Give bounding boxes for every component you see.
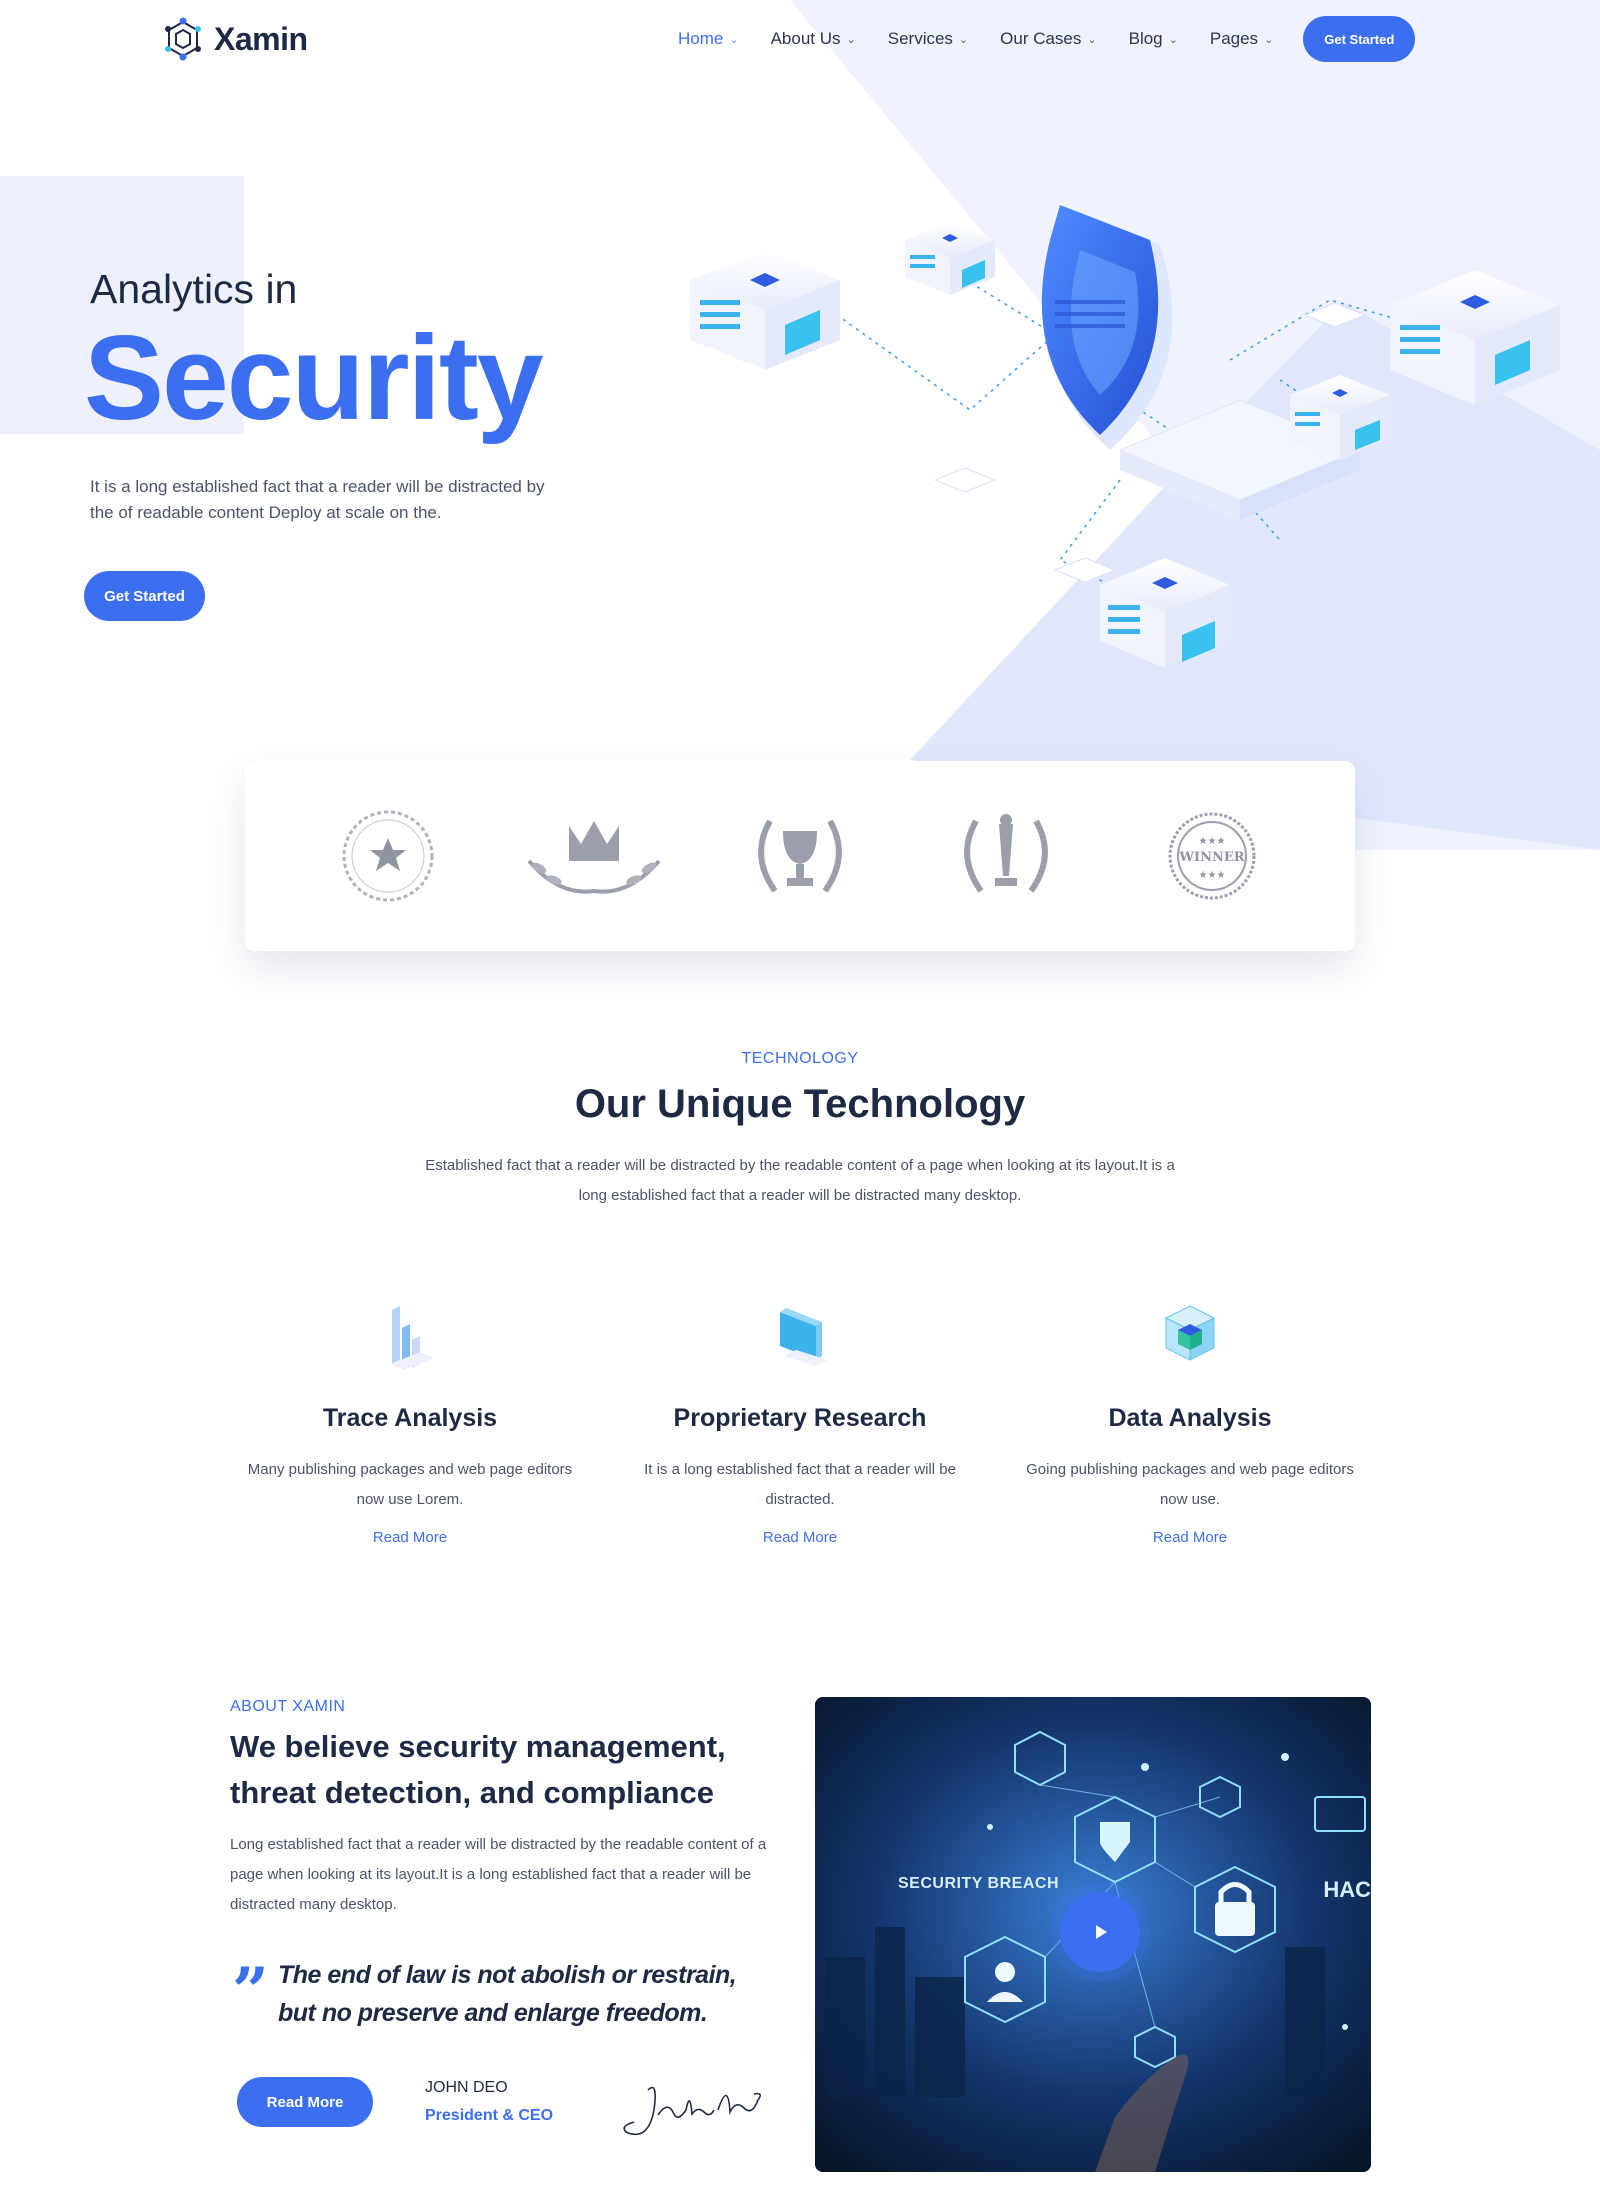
hexagon-network-icon <box>165 17 201 61</box>
nav-label: Services <box>887 29 953 48</box>
security-network-illustration <box>690 205 1560 668</box>
feature-data-analysis: Data Analysis Going publishing packages … <box>1025 1300 1355 1547</box>
about-eyebrow: ABOUT XAMIN <box>230 1698 346 1715</box>
data-cube-icon <box>1155 1300 1225 1370</box>
nav-item-pages[interactable]: Pages ⌄ <box>1210 29 1273 49</box>
star-badge-icon <box>313 801 463 911</box>
chevron-down-icon: ⌄ <box>1087 33 1097 46</box>
awards-card: WINNER ★★★ ★★★ <box>245 761 1355 951</box>
site-header: Xamin Home ⌄ About Us ⌄ Services ⌄ Our C… <box>0 0 1600 78</box>
nav-item-services[interactable]: Services ⌄ <box>888 29 968 49</box>
chevron-down-icon: ⌄ <box>1168 33 1178 46</box>
feature-title: Proprietary Research <box>673 1404 927 1432</box>
nav-item-about-us[interactable]: About Us ⌄ <box>771 29 856 49</box>
feature-proprietary-research: Proprietary Research It is a long establ… <box>635 1300 965 1547</box>
feature-description: It is a long established fact that a rea… <box>644 1461 956 1508</box>
feature-description: Going publishing packages and web page e… <box>1026 1461 1354 1508</box>
brand-logo[interactable]: Xamin <box>160 16 308 62</box>
nav-label: Home <box>678 29 724 48</box>
quote-icon: ” <box>232 1954 269 2029</box>
research-panel-icon <box>765 1300 835 1370</box>
technology-eyebrow: TECHNOLOGY <box>741 1050 859 1067</box>
feature-title: Data Analysis <box>1108 1404 1272 1432</box>
nav-label: Our Cases <box>1000 29 1082 48</box>
award-laurel-icon <box>931 801 1081 911</box>
hero-description: It is a long established fact that a rea… <box>90 477 545 522</box>
header-get-started-button[interactable]: Get Started <box>1303 16 1416 62</box>
hero-title: Security <box>84 311 544 445</box>
about-quote: The end of law is not abolish or restrai… <box>278 1961 737 2027</box>
chevron-down-icon: ⌄ <box>729 33 739 46</box>
read-more-link[interactable]: Read More <box>763 1529 837 1546</box>
nav-label: About Us <box>770 29 841 48</box>
play-icon <box>1096 1925 1107 1939</box>
feature-title: Trace Analysis <box>322 1404 498 1432</box>
security-breach-label: SECURITY BREACH <box>898 1875 1059 1892</box>
nav-item-blog[interactable]: Blog ⌄ <box>1129 29 1178 49</box>
play-button[interactable] <box>1060 1892 1140 1972</box>
technology-title: Our Unique Technology <box>574 1082 1026 1126</box>
nav-label: Blog <box>1128 29 1163 48</box>
chevron-down-icon: ⌄ <box>1264 33 1274 46</box>
trophy-laurel-icon <box>725 801 875 911</box>
technology-description: Established fact that a reader will be d… <box>425 1157 1175 1204</box>
hero-get-started-button[interactable]: Get Started <box>84 571 205 621</box>
ceo-name: JOHN DEO <box>425 2079 508 2096</box>
winner-seal-icon: WINNER ★★★ ★★★ <box>1137 801 1287 911</box>
feature-description: Many publishing packages and web page ed… <box>247 1461 573 1508</box>
about-title: We believe security management, threat d… <box>230 1729 726 1810</box>
brand-name: Xamin <box>214 20 308 57</box>
hack-label: HAC <box>1323 1877 1371 1902</box>
ceo-role: President & CEO <box>425 2107 554 2124</box>
read-more-link[interactable]: Read More <box>1153 1529 1227 1546</box>
chevron-down-icon: ⌄ <box>958 33 969 46</box>
about-video-thumbnail[interactable]: SECURITY BREACH HAC <box>815 1697 1371 2172</box>
nav-label: Pages <box>1209 29 1259 48</box>
feature-trace-analysis: Trace Analysis Many publishing packages … <box>245 1300 575 1547</box>
bar-chart-icon <box>375 1300 445 1370</box>
svg-text:★★★: ★★★ <box>1199 870 1226 881</box>
nav-item-home[interactable]: Home ⌄ <box>678 29 739 49</box>
main-nav: Home ⌄ About Us ⌄ Services ⌄ Our Cases ⌄… <box>678 0 1416 78</box>
read-more-link[interactable]: Read More <box>373 1529 447 1546</box>
hero-subtitle: Analytics in <box>90 266 298 312</box>
svg-text:★★★: ★★★ <box>1199 836 1226 847</box>
ceo-signature <box>623 2086 762 2136</box>
crown-laurel-icon <box>519 801 669 911</box>
winner-seal-text: WINNER <box>1178 850 1244 865</box>
chevron-down-icon: ⌄ <box>846 33 856 46</box>
about-read-more-button[interactable]: Read More <box>237 2077 373 2127</box>
nav-item-our-cases[interactable]: Our Cases ⌄ <box>1000 29 1096 49</box>
about-description: Long established fact that a reader will… <box>230 1836 767 1913</box>
